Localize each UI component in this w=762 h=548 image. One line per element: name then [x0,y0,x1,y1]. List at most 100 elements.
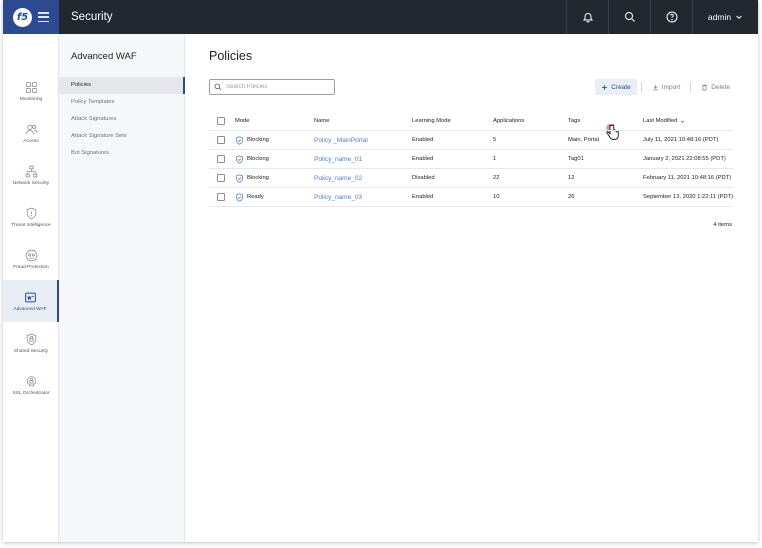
mode-value: Blocking [247,175,269,181]
app-title: Security [71,11,113,23]
search-icon [214,83,222,91]
rail-item-ssl-orchestrator[interactable]: SSL Orchestrator [3,364,59,406]
table-row[interactable]: Blocking Policy_name_01 Enabled 1 Tag01 … [209,150,733,169]
tags-value: Tag01 [568,156,584,162]
mode-value: Blocking [247,156,269,162]
top-bar: f5 Security admin [3,0,758,34]
left-rail: Monitoring Access Network Security Threa… [3,34,59,542]
mask-icon [25,249,37,261]
header-actions: admin [566,0,758,34]
mode-value: Ready [247,194,264,200]
delete-button[interactable]: Delete [695,79,736,95]
rail-item-network-security[interactable]: Network Security [3,154,59,196]
user-menu[interactable]: admin [692,0,758,34]
search-input[interactable] [226,84,326,90]
subnav-item-attack-signatures[interactable]: Attack Signatures [59,111,185,128]
table-row[interactable]: Blocking Policy_name_02 Disabled 22 12 F… [209,169,733,188]
search-box[interactable] [209,79,335,95]
table-row[interactable]: Ready Policy_name_03 Enabled 10 26 Septe… [209,188,733,207]
app-window: f5 Security admin Monitoring Access Netw… [3,0,758,542]
mode-cell: Blocking [235,169,305,188]
policy-name-link[interactable]: Policy_name_01 [314,150,409,169]
mode-cell: Blocking [235,150,305,169]
learning-mode-value: Enabled [412,194,434,200]
chevron-down-icon [736,15,742,20]
policies-table: Mode Name Learning Mode Applications Tag… [209,112,733,207]
col-learning-mode[interactable]: Learning Mode [412,112,487,131]
secondary-sidebar: Advanced WAF Policies Policy Templates A… [59,34,185,542]
col-last-modified[interactable]: Last Modified [643,112,733,131]
create-label: Create [611,83,631,91]
waf-icon [24,292,36,302]
policy-name-link[interactable]: Policy_name_02 [314,169,409,188]
bell-icon[interactable] [566,0,608,34]
rail-label: Threat Intelligence [11,222,51,228]
trash-icon [702,84,708,90]
col-mode[interactable]: Mode [235,112,305,131]
mode-cell: Blocking [235,131,305,150]
table-row[interactable]: Blocking Policy _MainPortal Enabled 5 Ma… [209,131,733,150]
chevron-down-icon [681,120,685,123]
users-icon [25,124,37,134]
rail-item-access[interactable]: Access [3,112,59,154]
search-icon[interactable] [608,0,650,34]
menu-icon[interactable] [38,12,49,22]
tags-value: 12 [568,175,575,181]
shield-lock-icon [26,333,36,345]
rail-label: Shared Security [13,348,49,354]
subnav-item-bot-signatures[interactable]: Bot Signatures [59,145,185,162]
create-button[interactable]: Create [595,79,637,95]
rail-label: Network Security [12,180,50,186]
row-checkbox[interactable] [217,174,225,182]
row-checkbox[interactable] [217,193,225,201]
import-label: Import [661,83,681,91]
select-all-checkbox[interactable] [217,117,225,125]
applications-value: 5 [493,137,497,143]
mode-value: Blocking [247,137,269,143]
col-applications[interactable]: Applications [493,112,563,131]
subnav-item-policies[interactable]: Policies [59,77,185,94]
help-icon[interactable] [650,0,692,34]
rail-label: Access [23,138,39,144]
learning-mode-value: Enabled [412,156,434,162]
rail-item-shared-security[interactable]: Shared Security [3,322,59,364]
delete-label: Delete [711,83,730,91]
rail-item-threat-intelligence[interactable]: Threat Intelligence [3,196,59,238]
last-modified-value: January 2, 2021 22:08:55 (PDT) [643,156,726,162]
subnav-item-policy-templates[interactable]: Policy Templates [59,94,185,111]
policy-name-link[interactable]: Policy_name_03 [314,188,409,207]
learning-mode-value: Enabled [412,137,434,143]
applications-value: 10 [493,194,500,200]
logo-area: f5 [3,0,59,34]
divider [640,81,642,93]
col-last-modified-label: Last Modified [643,118,678,124]
rail-item-monitoring[interactable]: Monitoring [3,70,59,112]
shield-icon [26,207,36,219]
applications-value: 1 [493,156,497,162]
item-count: 4 items [713,222,732,228]
col-tags[interactable]: Tags [568,112,638,131]
rail-label: SSL Orchestrator [12,390,50,396]
policy-name-link[interactable]: Policy _MainPortal [314,131,409,150]
tags-value: 26 [568,194,575,200]
row-checkbox[interactable] [217,155,225,163]
network-icon [25,165,37,177]
lock-badge-icon [26,375,36,387]
last-modified-value: July 11, 2021 10:48:16 (PDT) [643,137,719,143]
col-name[interactable]: Name [314,112,409,131]
row-checkbox[interactable] [217,136,225,144]
grid-icon [25,81,37,93]
rail-label: Monitoring [19,96,43,102]
page-title: Policies [209,49,253,63]
last-modified-value: September 13, 2020 1:22:11 (PDT) [643,194,733,200]
main-content: Policies Create Import Delete [185,34,758,542]
import-button[interactable]: Import [646,79,686,95]
rail-label: Advanced WAF [13,306,47,312]
rail-item-advanced-waf[interactable]: Advanced WAF [3,280,59,322]
mode-cell: Ready [235,188,305,207]
subnav-item-attack-signature-sets[interactable]: Attack Signature Sets [59,128,185,145]
rail-item-fraud-protection[interactable]: Fraud Protection [3,238,59,280]
shield-check-icon [236,193,243,202]
subnav-title: Advanced WAF [71,51,137,62]
f5-logo: f5 [13,7,32,27]
